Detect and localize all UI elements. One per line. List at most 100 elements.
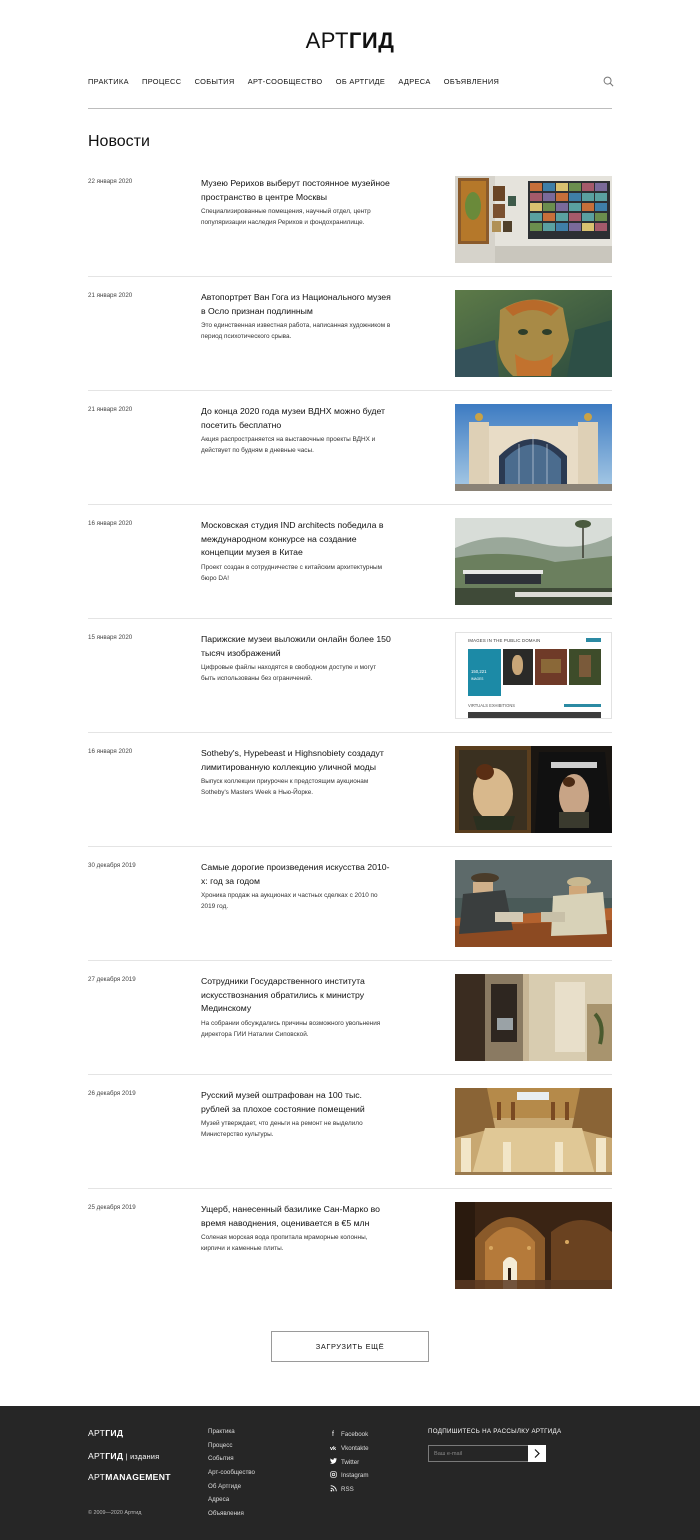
footer-link-announcements[interactable]: Объявления bbox=[208, 1510, 255, 1524]
news-description: Акция распространяется на выставочные пр… bbox=[201, 436, 376, 454]
nav-item-about[interactable]: Об Артгиде bbox=[336, 77, 385, 86]
news-description: Соленая морская вода пропитала мраморные… bbox=[201, 1234, 368, 1252]
news-list: 22 января 2020 Музею Рерихов выберут пос… bbox=[88, 176, 612, 1296]
news-separator bbox=[88, 1074, 612, 1075]
news-date: 26 декабря 2019 bbox=[88, 1090, 136, 1097]
footer-link-practice[interactable]: Практика bbox=[208, 1428, 255, 1442]
news-description: Специализированные помещения, научный от… bbox=[201, 208, 371, 226]
news-date: 16 января 2020 bbox=[88, 520, 133, 527]
header-divider bbox=[88, 108, 612, 109]
logo-light-text: АРТ bbox=[305, 28, 349, 53]
news-description: Хроника продаж на аукционах и частных сд… bbox=[201, 892, 378, 910]
arrow-right-icon bbox=[534, 1449, 540, 1458]
brand-light: АРТ bbox=[88, 1428, 106, 1438]
social-link-rss[interactable]: RSS bbox=[328, 1483, 369, 1497]
footer-brand-management[interactable]: АРТMANAGEMENT bbox=[88, 1472, 171, 1482]
social-link-facebook[interactable]: f Facebook bbox=[328, 1428, 369, 1442]
news-image[interactable] bbox=[455, 518, 612, 605]
news-image[interactable] bbox=[455, 404, 612, 491]
news-image[interactable] bbox=[455, 974, 612, 1061]
news-separator bbox=[88, 732, 612, 733]
social-link-twitter[interactable]: Twitter bbox=[328, 1455, 369, 1469]
nav-item-art-community[interactable]: Арт-сообщество bbox=[248, 77, 323, 86]
social-label: Instagram bbox=[341, 1472, 369, 1480]
newsletter-email-input[interactable] bbox=[428, 1445, 529, 1462]
news-date: 15 января 2020 bbox=[88, 634, 133, 641]
news-item[interactable]: 16 января 2020 Sotheby's, Hypebeast и Hi… bbox=[88, 746, 612, 860]
news-title[interactable]: Музею Рерихов выберут постоянное музейно… bbox=[201, 177, 391, 204]
newsletter-title: Подпишитесь на рассылку Артгида bbox=[428, 1428, 562, 1435]
news-item[interactable]: 30 декабря 2019 Самые дорогие произведен… bbox=[88, 860, 612, 974]
social-link-instagram[interactable]: Instagram bbox=[328, 1469, 369, 1483]
news-title[interactable]: До конца 2020 года музеи ВДНХ можно буде… bbox=[201, 405, 391, 432]
rss-icon bbox=[328, 1485, 338, 1494]
news-separator bbox=[88, 960, 612, 961]
news-title[interactable]: Русский музей оштрафован на 100 тыс. руб… bbox=[201, 1089, 391, 1116]
site-footer: АРТГИД АРТГИД | издания АРТMANAGEMENT © … bbox=[0, 1406, 700, 1540]
footer-link-process[interactable]: Процесс bbox=[208, 1442, 255, 1456]
nav-item-announcements[interactable]: Объявления bbox=[444, 77, 499, 86]
social-label: RSS bbox=[341, 1486, 354, 1494]
load-more-button[interactable]: Загрузить ещё bbox=[271, 1331, 429, 1362]
nav-item-addresses[interactable]: Адреса bbox=[398, 77, 430, 86]
footer-link-events[interactable]: События bbox=[208, 1455, 255, 1469]
news-title[interactable]: Московская студия IND architects победил… bbox=[201, 519, 391, 560]
news-item[interactable]: 27 декабря 2019 Сотрудники Государственн… bbox=[88, 974, 612, 1088]
newsletter-submit-button[interactable] bbox=[528, 1445, 546, 1462]
news-item[interactable]: 16 января 2020 Московская студия IND arc… bbox=[88, 518, 612, 632]
news-separator bbox=[88, 390, 612, 391]
news-item[interactable]: 22 января 2020 Музею Рерихов выберут пос… bbox=[88, 176, 612, 290]
social-label: Twitter bbox=[341, 1458, 360, 1466]
website-count: 150,221 bbox=[471, 669, 487, 674]
news-image[interactable] bbox=[455, 1202, 612, 1289]
news-description: Цифровые файлы находятся в свободном дос… bbox=[201, 664, 377, 682]
news-item[interactable]: 25 декабря 2019 Ущерб, нанесенный базили… bbox=[88, 1202, 612, 1316]
nav-item-events[interactable]: События bbox=[195, 77, 235, 86]
search-icon[interactable] bbox=[603, 76, 614, 87]
footer-link-addresses[interactable]: Адреса bbox=[208, 1496, 255, 1510]
news-description: Это единственная известная работа, напис… bbox=[201, 322, 391, 340]
news-description: Проект создан в сотрудничестве с китайск… bbox=[201, 564, 382, 582]
footer-nav: Практика Процесс События Арт-сообщество … bbox=[208, 1428, 255, 1524]
footer-link-about[interactable]: Об Артгиде bbox=[208, 1483, 255, 1497]
news-title[interactable]: Парижские музеи выложили онлайн более 15… bbox=[201, 633, 391, 660]
news-image[interactable] bbox=[455, 290, 612, 377]
news-image[interactable]: IMAGES IN THE PUBLIC DOMAIN 150,221 IMAG… bbox=[455, 632, 612, 719]
news-item[interactable]: 21 января 2020 Автопортрет Ван Гога из Н… bbox=[88, 290, 612, 404]
news-title[interactable]: Sotheby's, Hypebeast и Highsnobiety созд… bbox=[201, 747, 391, 774]
news-title[interactable]: Автопортрет Ван Гога из Национального му… bbox=[201, 291, 391, 318]
news-date: 30 декабря 2019 bbox=[88, 862, 136, 869]
news-image[interactable] bbox=[455, 746, 612, 833]
brand-light: АРТ bbox=[88, 1472, 106, 1482]
news-title[interactable]: Самые дорогие произведения искусства 201… bbox=[201, 861, 391, 888]
footer-brand-artguide[interactable]: АРТГИД bbox=[88, 1428, 123, 1438]
footer-link-art-community[interactable]: Арт-сообщество bbox=[208, 1469, 255, 1483]
nav-item-process[interactable]: Процесс bbox=[142, 77, 181, 86]
news-image[interactable] bbox=[455, 1088, 612, 1175]
website-heading-badge bbox=[586, 638, 601, 642]
news-date: 16 января 2020 bbox=[88, 748, 133, 755]
brand-bold: ГИД bbox=[105, 1428, 124, 1438]
news-date: 21 января 2020 bbox=[88, 406, 133, 413]
main-nav: Практика Процесс События Арт-сообщество … bbox=[88, 77, 512, 86]
news-separator bbox=[88, 618, 612, 619]
news-description: Выпуск коллекции приурочен к предстоящим… bbox=[201, 778, 369, 796]
news-item[interactable]: 15 января 2020 Парижские музеи выложили … bbox=[88, 632, 612, 746]
news-image[interactable] bbox=[455, 176, 612, 263]
page-title: Новости bbox=[88, 133, 150, 150]
nav-item-practice[interactable]: Практика bbox=[88, 77, 129, 86]
news-image[interactable] bbox=[455, 860, 612, 947]
news-item[interactable]: 26 декабря 2019 Русский музей оштрафован… bbox=[88, 1088, 612, 1202]
news-date: 21 января 2020 bbox=[88, 292, 133, 299]
news-description: Музей утверждает, что деньги на ремонт н… bbox=[201, 1120, 363, 1138]
social-link-vkontakte[interactable]: vk Vkontakte bbox=[328, 1442, 369, 1456]
footer-brand-editions[interactable]: АРТГИД | издания bbox=[88, 1451, 159, 1461]
site-logo[interactable]: АРТГИД bbox=[0, 28, 700, 54]
news-title[interactable]: Ущерб, нанесенный базилике Сан-Марко во … bbox=[201, 1203, 391, 1230]
news-description: На собрании обсуждались причины возможно… bbox=[201, 1020, 381, 1038]
news-separator bbox=[88, 504, 612, 505]
website-thumb-3 bbox=[569, 649, 601, 685]
news-title[interactable]: Сотрудники Государственного института ис… bbox=[201, 975, 391, 1016]
news-item[interactable]: 21 января 2020 До конца 2020 года музеи … bbox=[88, 404, 612, 518]
website-section-bar bbox=[564, 704, 601, 707]
